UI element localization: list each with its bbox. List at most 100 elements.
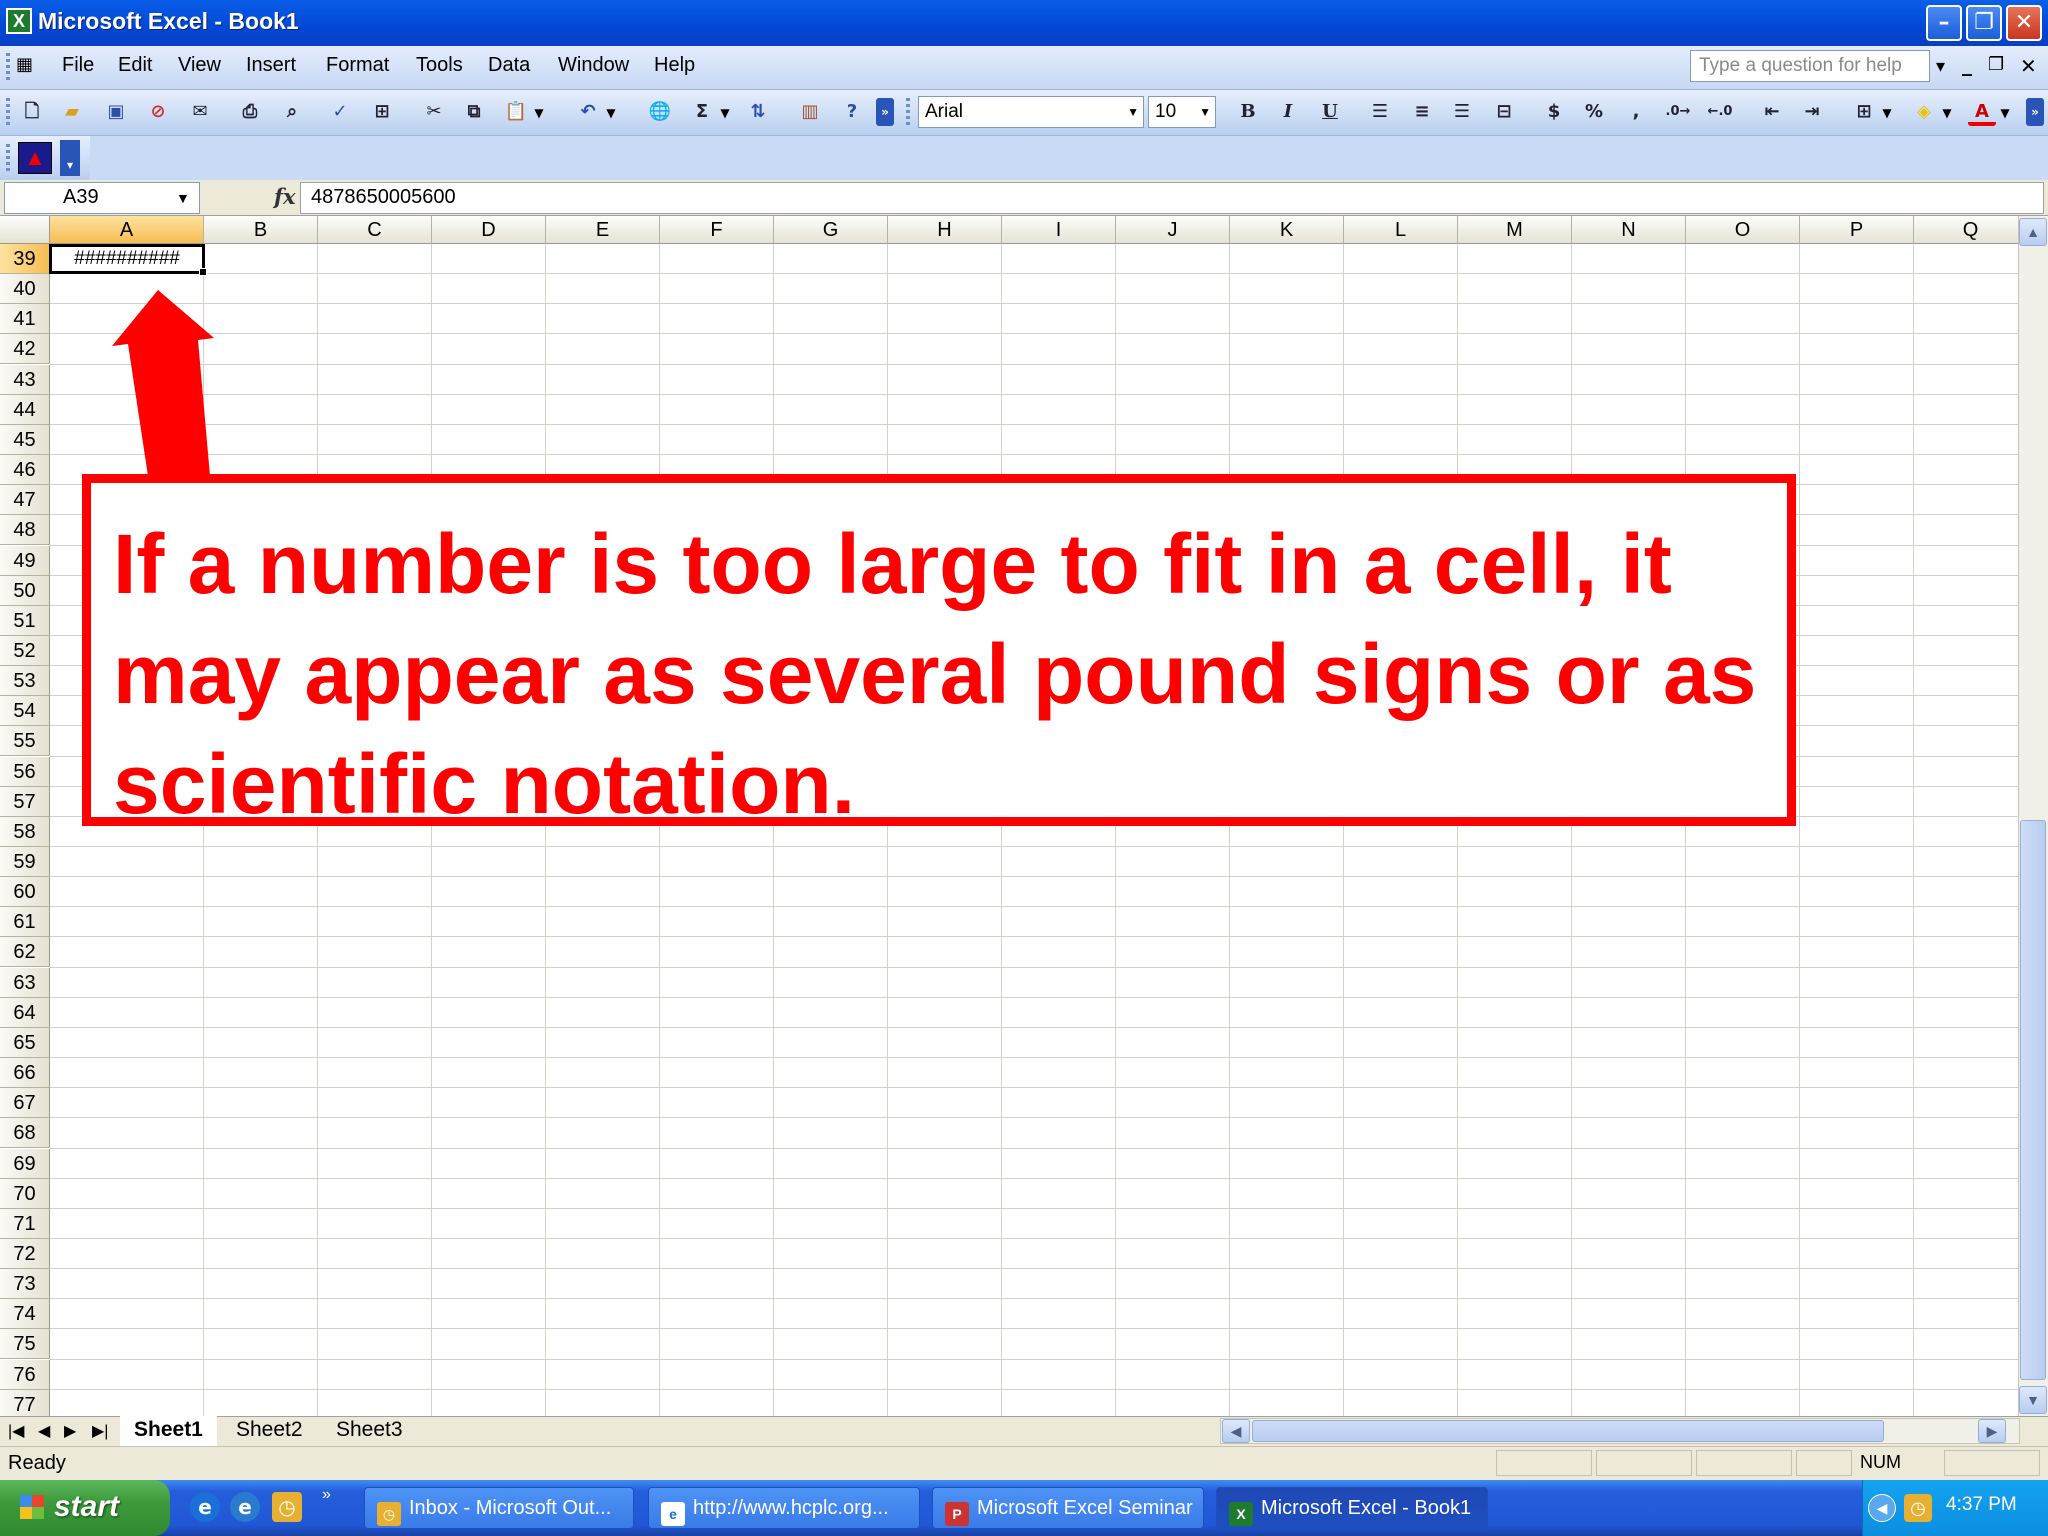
row-header-76[interactable]: 76 <box>0 1359 50 1390</box>
row-header-66[interactable]: 66 <box>0 1058 50 1089</box>
row-header-77[interactable]: 77 <box>0 1389 50 1416</box>
row-header-50[interactable]: 50 <box>0 575 50 606</box>
menu-help[interactable]: Help <box>654 54 695 77</box>
task-excel-seminar[interactable]: P Microsoft Excel Seminar <box>932 1487 1204 1529</box>
paste-icon[interactable]: 📋 <box>502 98 530 126</box>
row-header-64[interactable]: 64 <box>0 997 50 1028</box>
font-color-dropdown-icon[interactable]: ▼ <box>1998 98 2012 126</box>
print-icon[interactable]: ⎙ <box>236 98 264 126</box>
tray-reminder-icon[interactable]: ◷ <box>1904 1494 1932 1522</box>
row-header-55[interactable]: 55 <box>0 726 50 757</box>
restore-icon[interactable]: ❐ <box>1966 5 2002 41</box>
next-sheet-icon[interactable]: ▶ <box>64 1421 76 1441</box>
scroll-down-icon[interactable]: ▼ <box>2019 1386 2047 1414</box>
print-preview-icon[interactable]: ⌕ <box>278 98 306 126</box>
column-header-g[interactable]: G <box>774 216 888 244</box>
align-right-icon[interactable]: ☰ <box>1448 98 1476 126</box>
menu-window[interactable]: Window <box>558 54 629 77</box>
column-header-m[interactable]: M <box>1458 216 1572 244</box>
fill-color-dropdown-icon[interactable]: ▼ <box>1940 98 1954 126</box>
row-header-48[interactable]: 48 <box>0 515 50 546</box>
vertical-scroll-thumb[interactable] <box>2020 820 2046 1380</box>
last-sheet-icon[interactable]: ▶| <box>92 1421 108 1441</box>
sort-ascending-icon[interactable]: ⇅ <box>744 98 772 126</box>
undo-icon[interactable]: ↶ <box>574 98 602 126</box>
row-header-41[interactable]: 41 <box>0 304 50 335</box>
new-icon[interactable]: 🗋 <box>18 98 46 126</box>
help-icon[interactable]: ? <box>838 98 866 126</box>
menu-insert[interactable]: Insert <box>246 54 296 77</box>
row-header-44[interactable]: 44 <box>0 394 50 425</box>
name-box[interactable]: A39 <box>4 182 200 214</box>
toolbar-grip[interactable] <box>6 98 10 128</box>
menu-grip[interactable] <box>6 53 10 83</box>
percent-button[interactable]: % <box>1580 98 1608 126</box>
open-folder-icon[interactable]: ▰ <box>58 98 86 126</box>
tab-sheet2[interactable]: Sheet2 <box>222 1416 317 1446</box>
help-question-input[interactable]: Type a question for help <box>1690 50 1930 82</box>
borders-dropdown-icon[interactable]: ▼ <box>1880 98 1894 126</box>
outlook-express-icon[interactable]: e <box>230 1492 260 1522</box>
undo-dropdown-icon[interactable]: ▼ <box>604 98 618 126</box>
row-header-54[interactable]: 54 <box>0 696 50 727</box>
font-size-select[interactable]: 10 ▼ <box>1148 96 1216 128</box>
formula-input[interactable]: 4878650005600 <box>300 182 2044 214</box>
row-header-52[interactable]: 52 <box>0 635 50 666</box>
row-header-62[interactable]: 62 <box>0 937 50 968</box>
borders-icon[interactable]: ⊞ <box>1850 98 1878 126</box>
quick-launch-more-icon[interactable]: » <box>322 1486 331 1504</box>
row-header-43[interactable]: 43 <box>0 364 50 395</box>
menu-view[interactable]: View <box>178 54 221 77</box>
row-header-74[interactable]: 74 <box>0 1299 50 1330</box>
scroll-up-icon[interactable]: ▲ <box>2019 218 2047 246</box>
menu-tools[interactable]: Tools <box>416 54 463 77</box>
fill-color-icon[interactable]: ◈ <box>1910 98 1938 126</box>
scroll-right-icon[interactable]: ▶ <box>1978 1419 2006 1443</box>
tab-sheet1[interactable]: Sheet1 <box>120 1416 217 1446</box>
row-header-67[interactable]: 67 <box>0 1088 50 1119</box>
row-header-46[interactable]: 46 <box>0 455 50 486</box>
column-header-d[interactable]: D <box>432 216 546 244</box>
horizontal-scroll-thumb[interactable] <box>1252 1420 1884 1442</box>
copy-icon[interactable]: ⧉ <box>460 98 488 126</box>
column-header-e[interactable]: E <box>546 216 660 244</box>
row-header-63[interactable]: 63 <box>0 967 50 998</box>
row-header-59[interactable]: 59 <box>0 847 50 877</box>
row-header-60[interactable]: 60 <box>0 877 50 908</box>
increase-indent-icon[interactable]: ⇥ <box>1798 98 1826 126</box>
row-header-57[interactable]: 57 <box>0 786 50 817</box>
menu-file[interactable]: File <box>62 54 94 77</box>
toolbar-options-icon[interactable]: » <box>876 98 894 126</box>
doc-close-icon[interactable]: ✕ <box>2020 54 2037 78</box>
column-header-p[interactable]: P <box>1800 216 1914 244</box>
excel-doc-icon[interactable]: ▦ <box>16 54 46 82</box>
row-header-68[interactable]: 68 <box>0 1118 50 1149</box>
decrease-decimal-icon[interactable]: ←.0 <box>1706 98 1734 126</box>
start-button[interactable]: start <box>0 1480 170 1536</box>
row-header-65[interactable]: 65 <box>0 1027 50 1058</box>
row-header-56[interactable]: 56 <box>0 756 50 787</box>
autosum-icon[interactable]: Σ <box>688 98 716 126</box>
first-sheet-icon[interactable]: |◀ <box>8 1421 24 1441</box>
column-header-f[interactable]: F <box>660 216 774 244</box>
chart-wizard-icon[interactable]: ▥ <box>796 98 824 126</box>
row-header-71[interactable]: 71 <box>0 1208 50 1239</box>
task-outlook-inbox[interactable]: ◷ Inbox - Microsoft Out... <box>364 1487 634 1529</box>
formatting-options-icon[interactable]: » <box>2026 98 2044 126</box>
internet-explorer-icon[interactable]: e <box>190 1492 220 1522</box>
insert-function-icon[interactable]: fx <box>274 184 296 209</box>
row-header-70[interactable]: 70 <box>0 1178 50 1209</box>
column-header-c[interactable]: C <box>318 216 432 244</box>
row-header-58[interactable]: 58 <box>0 816 50 847</box>
select-all-corner[interactable] <box>0 216 50 244</box>
bold-button[interactable]: B <box>1234 98 1262 126</box>
row-header-49[interactable]: 49 <box>0 545 50 576</box>
macro-icon[interactable]: ▲ <box>18 142 52 174</box>
column-header-a[interactable]: A <box>50 216 204 244</box>
row-header-42[interactable]: 42 <box>0 334 50 365</box>
menu-format[interactable]: Format <box>326 54 389 77</box>
task-browser[interactable]: e http://www.hcplc.org... <box>648 1487 920 1529</box>
row-header-39[interactable]: 39 <box>0 244 50 274</box>
tab-sheet3[interactable]: Sheet3 <box>322 1416 417 1446</box>
doc-restore-icon[interactable]: ❐ <box>1988 54 2004 75</box>
